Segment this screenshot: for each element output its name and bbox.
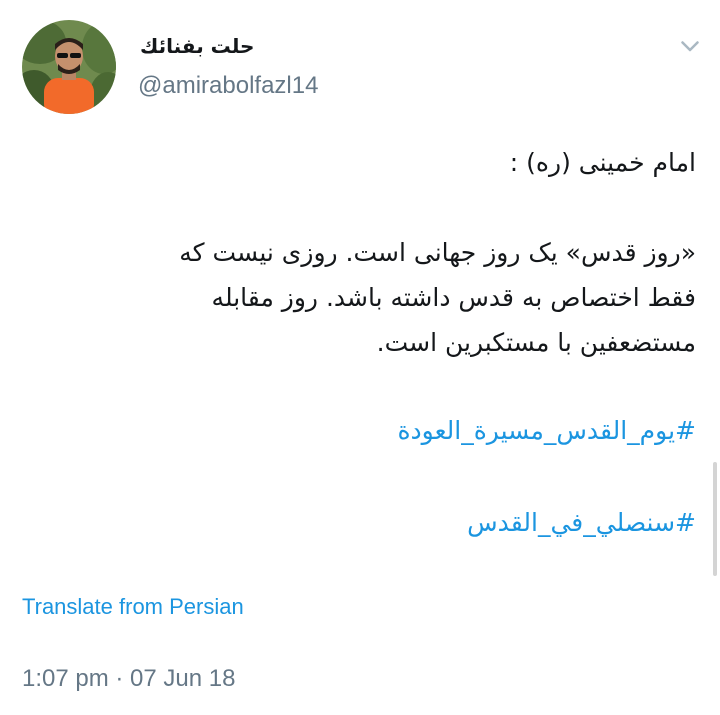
- display-name[interactable]: حلت بفنائك: [140, 34, 370, 58]
- chevron-down-icon[interactable]: [676, 34, 704, 58]
- tweet-text-line: امام خمینی (ره) :: [509, 148, 696, 177]
- translate-link[interactable]: Translate from Persian: [22, 594, 244, 620]
- hashtag-link[interactable]: #يوم_القدس_مسيرة_العودة: [397, 416, 696, 445]
- tweet-text-line: [20, 185, 696, 230]
- avatar[interactable]: [22, 20, 116, 114]
- scrollbar[interactable]: [713, 462, 717, 576]
- username-handle[interactable]: @amirabolfazl14: [138, 72, 318, 100]
- tweet-text-line: «روز قدس» یک روز جهانی است. روزی نیست که: [179, 238, 696, 267]
- tweet-text-line: مستضعفین با مستکبرین است.: [376, 328, 696, 357]
- tweet-text: امام خمینی (ره) : «روز قدس» یک روز جهانی…: [20, 140, 696, 365]
- timestamp[interactable]: 1:07 pm · 07 Jun 18: [22, 665, 235, 693]
- hashtag-link[interactable]: #سنصلي_في_القدس: [467, 508, 696, 537]
- tweet-text-line: فقط اختصاص به قدس داشته باشد. روز مقابله: [211, 283, 696, 312]
